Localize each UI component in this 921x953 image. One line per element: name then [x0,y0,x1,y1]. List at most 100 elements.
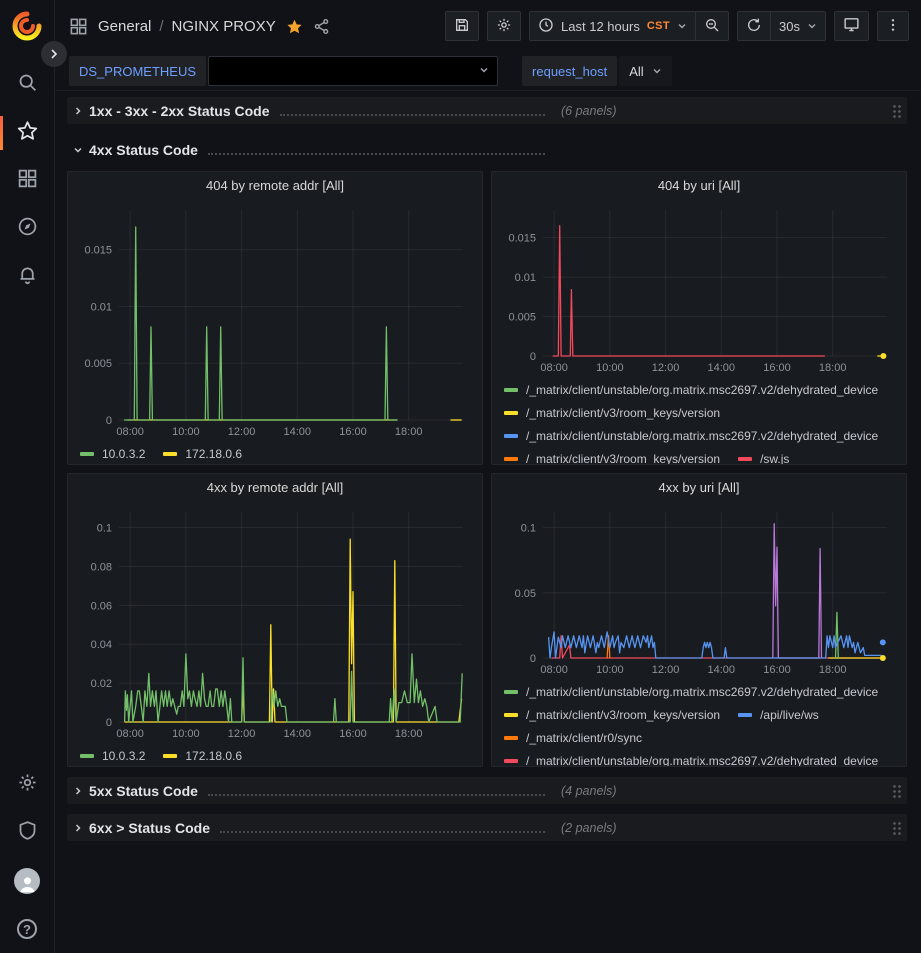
breadcrumb: General / NGINX PROXY [98,18,276,35]
legend-swatch-icon [504,713,518,717]
sidebar-expand-button[interactable] [41,41,67,67]
grafana-logo-icon[interactable] [10,9,44,43]
row-4xx-status-code[interactable]: 4xx Status Code [67,136,907,163]
drag-handle-icon[interactable] [892,821,901,835]
panel-title[interactable]: 404 by remote addr [All] [75,172,475,200]
legend-label: /_matrix/client/v3/room_keys/version [526,452,720,465]
chart-canvas[interactable]: 00.0050.010.01508:0010:0012:0014:0016:00… [499,200,897,376]
question-icon: ? [17,919,37,939]
more-options-button[interactable] [877,11,909,41]
chart-canvas[interactable]: 00.020.040.060.080.108:0010:0012:0014:00… [75,502,473,742]
dashboards-grid-icon [17,168,38,194]
legend-row: /_matrix/client/v3/room_keys/version [504,401,894,424]
dashboard-scroll-area[interactable]: 1xx - 3xx - 2xx Status Code (6 panels) 4… [55,91,921,953]
legend-label: 172.18.0.6 [185,749,242,763]
svg-text:16:00: 16:00 [339,426,367,438]
panel-404-by-remote-addr: 404 by remote addr [All] 00.0050.010.015… [67,171,483,465]
panel-title[interactable]: 404 by uri [All] [499,172,899,200]
svg-text:0.05: 0.05 [515,588,536,600]
legend-item[interactable]: 172.18.0.6 [163,749,242,763]
svg-text:12:00: 12:00 [228,426,256,438]
legend-item[interactable]: 172.18.0.6 [163,447,242,461]
time-range-button[interactable]: Last 12 hours CST [529,11,696,41]
gear-icon [17,772,38,798]
sidebar-item-configuration[interactable] [0,761,55,809]
favorite-star-icon[interactable] [286,18,303,35]
legend-item[interactable]: /_matrix/client/v3/room_keys/version [504,708,720,722]
legend-label: /_matrix/client/unstable/org.matrix.msc2… [526,429,878,443]
panel-404-by-uri: 404 by uri [All] 00.0050.010.01508:0010:… [491,171,907,465]
legend-item[interactable]: /_matrix/client/unstable/org.matrix.msc2… [504,383,878,397]
drag-handle-icon[interactable] [892,104,901,118]
legend-item[interactable]: /_matrix/client/unstable/org.matrix.msc2… [504,685,878,699]
clock-icon [538,17,554,36]
legend-item[interactable]: /sw.js [738,452,789,465]
sidebar-item-profile[interactable] [0,857,55,905]
cycle-view-mode-button[interactable] [834,11,869,41]
variable-label-request-host[interactable]: request_host [522,56,617,86]
dashboard-settings-button[interactable] [487,11,521,41]
sidebar-item-starred[interactable] [0,109,55,157]
legend-swatch-icon [504,411,518,415]
legend-item[interactable]: /_matrix/client/unstable/org.matrix.msc2… [504,754,878,767]
drag-handle-icon[interactable] [892,784,901,798]
legend-row: /_matrix/client/unstable/org.matrix.msc2… [504,378,894,401]
sidebar-item-dashboards[interactable] [0,157,55,205]
sidebar-item-server-admin[interactable] [0,809,55,857]
legend-swatch-icon [80,452,94,456]
legend-swatch-icon [80,754,94,758]
row-6xx-status-code[interactable]: 6xx > Status Code (2 panels) [67,814,907,841]
legend-item[interactable]: /_matrix/client/v3/room_keys/version [504,452,720,465]
legend-item[interactable]: 10.0.3.2 [80,447,145,461]
panel-title[interactable]: 4xx by remote addr [All] [75,474,475,502]
chart-canvas[interactable]: 00.050.108:0010:0012:0014:0016:0018:00 [499,502,897,678]
svg-text:0: 0 [530,653,536,665]
refresh-button[interactable] [737,11,771,41]
panel-4xx-by-remote-addr: 4xx by remote addr [All] 00.020.040.060.… [67,473,483,767]
row-title[interactable]: 1xx - 3xx - 2xx Status Code [89,103,270,119]
variables-bar: DS_PROMETHEUS request_host All [55,52,921,91]
variable-value-request-host[interactable]: All [619,56,671,86]
legend-item[interactable]: /_matrix/client/v3/room_keys/version [504,406,720,420]
main-area: General / NGINX PROXY Last 12 hours [55,0,921,953]
save-dashboard-button[interactable] [445,11,479,41]
legend-label: 10.0.3.2 [102,749,145,763]
chevron-down-icon [73,145,83,155]
legend-row: /_matrix/client/unstable/org.matrix.msc2… [504,424,894,447]
chart-canvas[interactable]: 00.0050.010.01508:0010:0012:0014:0016:00… [75,200,473,440]
zoom-out-button[interactable] [695,11,729,41]
panel-legend: /_matrix/client/unstable/org.matrix.msc2… [499,678,899,766]
row-title[interactable]: 5xx Status Code [89,783,198,799]
legend-row: /_matrix/client/unstable/org.matrix.msc2… [504,680,894,703]
legend-item[interactable]: /api/live/ws [738,708,819,722]
legend-item[interactable]: /_matrix/client/unstable/org.matrix.msc2… [504,429,878,443]
svg-text:16:00: 16:00 [339,728,367,740]
row-5xx-status-code[interactable]: 5xx Status Code (4 panels) [67,777,907,804]
chevron-down-icon [677,19,687,34]
variable-label-ds-prometheus[interactable]: DS_PROMETHEUS [69,56,206,86]
refresh-interval-dropdown[interactable]: 30s [770,11,826,41]
row-1xx-3xx-2xx-status-code[interactable]: 1xx - 3xx - 2xx Status Code (6 panels) [67,97,907,124]
breadcrumb-separator: / [159,18,163,35]
svg-text:12:00: 12:00 [652,664,680,676]
share-icon[interactable] [313,18,330,35]
row-title[interactable]: 4xx Status Code [89,142,198,158]
svg-text:0.01: 0.01 [515,272,536,284]
sidebar-item-explore[interactable] [0,205,55,253]
panel-title[interactable]: 4xx by uri [All] [499,474,899,502]
variable-value-ds-prometheus[interactable] [208,56,498,86]
breadcrumb-section[interactable]: General [98,18,151,35]
legend-item[interactable]: 10.0.3.2 [80,749,145,763]
legend-row: 10.0.3.2 172.18.0.6 [80,744,470,766]
svg-text:0: 0 [530,351,536,363]
shield-icon [17,820,38,846]
legend-label: 10.0.3.2 [102,447,145,461]
variable-value-text: All [629,64,643,79]
sidebar-item-alerting[interactable] [0,253,55,301]
page-title[interactable]: NGINX PROXY [172,18,276,35]
kebab-icon [885,17,901,36]
row-title[interactable]: 6xx > Status Code [89,820,210,836]
sidebar-item-help[interactable]: ? [0,905,55,953]
legend-item[interactable]: /_matrix/client/r0/sync [504,731,642,745]
sidebar-item-search[interactable] [0,61,55,109]
